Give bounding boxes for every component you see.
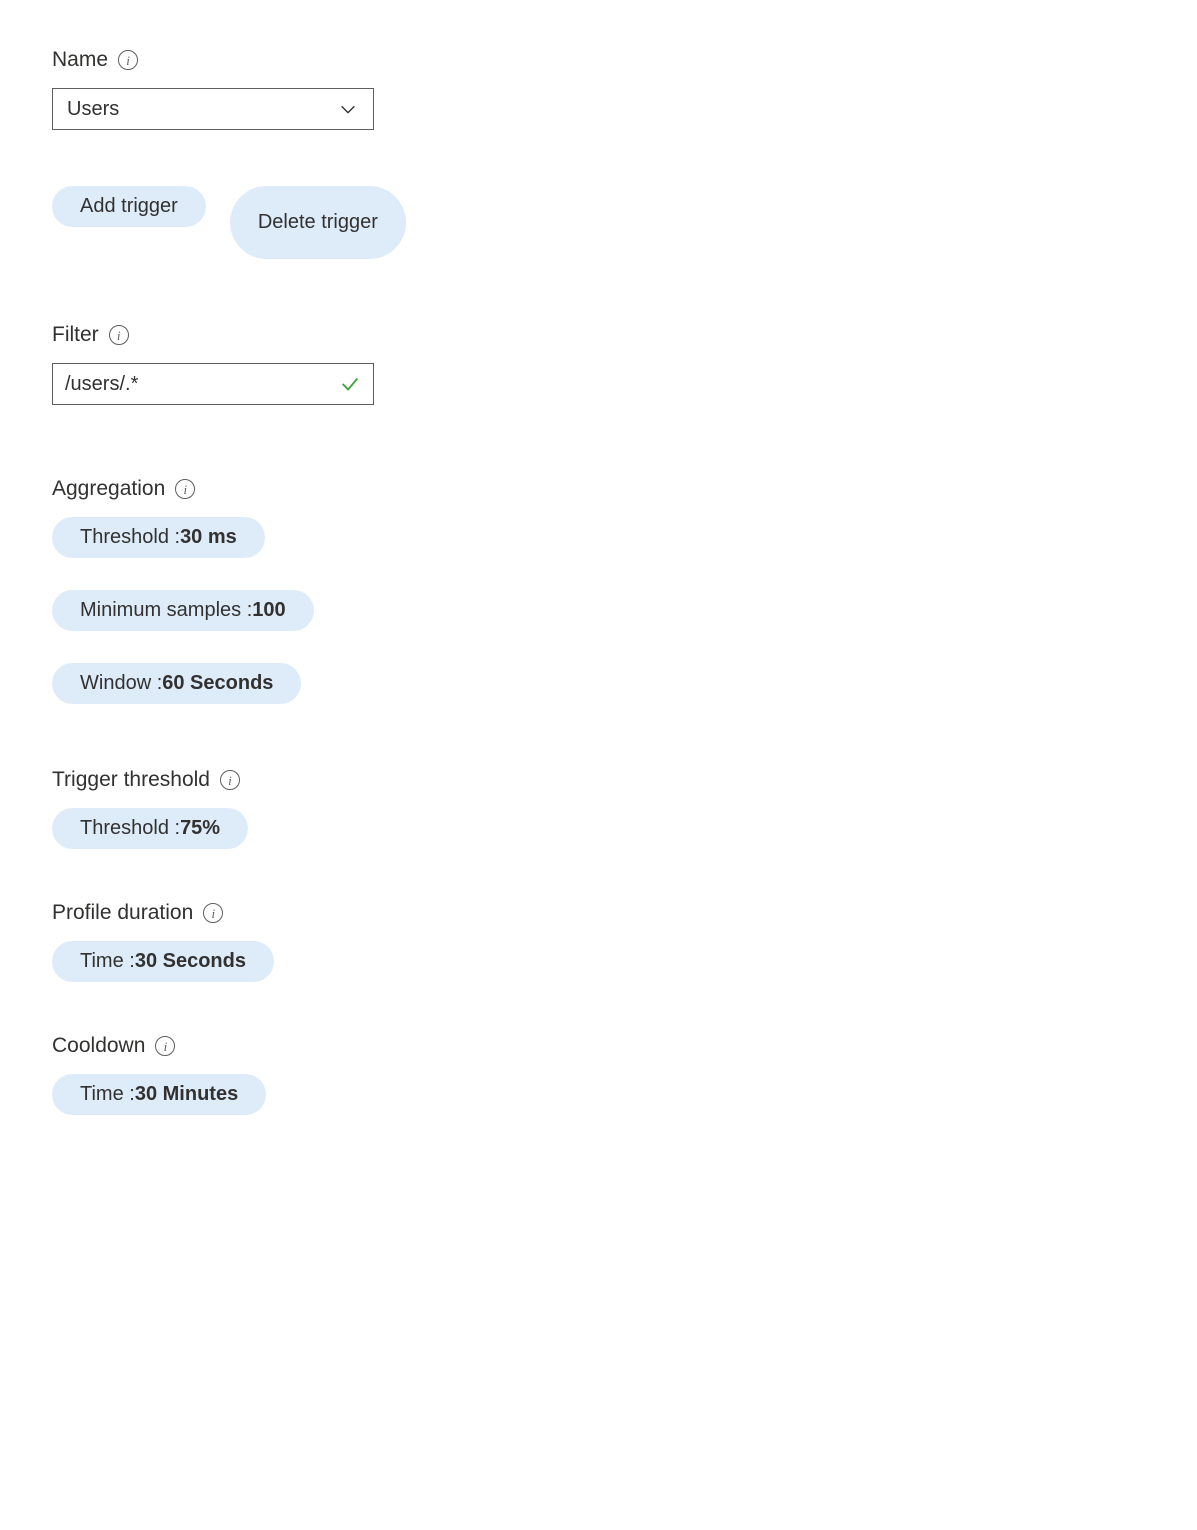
filter-input[interactable]: /users/.* [52,363,374,405]
profile-duration-label: Profile duration [52,901,193,925]
pill-value: 30 Minutes [135,1083,238,1106]
trigger-threshold-label-row: Trigger threshold i [52,768,1145,792]
trigger-threshold-section: Trigger threshold i Threshold : 75% [52,768,1145,849]
info-icon[interactable]: i [220,770,240,790]
aggregation-window-pill[interactable]: Window : 60 Seconds [52,663,301,704]
pill-key: Time : [80,950,135,973]
add-trigger-button[interactable]: Add trigger [52,186,206,227]
profile-duration-section: Profile duration i Time : 30 Seconds [52,901,1145,982]
pill-key: Minimum samples : [80,599,252,622]
add-trigger-label: Add trigger [80,195,178,218]
delete-trigger-button[interactable]: Delete trigger [230,186,406,259]
delete-trigger-label: Delete trigger [258,211,378,234]
pill-key: Window : [80,672,162,695]
trigger-threshold-pill[interactable]: Threshold : 75% [52,808,248,849]
cooldown-label-row: Cooldown i [52,1034,1145,1058]
name-select-value: Users [67,98,119,121]
name-label: Name [52,48,108,72]
name-select[interactable]: Users [52,88,374,130]
pill-value: 30 ms [180,526,237,549]
chevron-down-icon [337,98,359,120]
filter-label: Filter [52,323,99,347]
pill-value: 30 Seconds [135,950,246,973]
profile-duration-time-pill[interactable]: Time : 30 Seconds [52,941,274,982]
pill-value: 60 Seconds [162,672,273,695]
info-icon[interactable]: i [118,50,138,70]
info-icon[interactable]: i [109,325,129,345]
filter-input-value: /users/.* [65,373,138,396]
info-icon[interactable]: i [155,1036,175,1056]
trigger-threshold-label: Trigger threshold [52,768,210,792]
pill-key: Threshold : [80,526,180,549]
cooldown-section: Cooldown i Time : 30 Minutes [52,1034,1145,1115]
pill-key: Threshold : [80,817,180,840]
filter-label-row: Filter i [52,323,1145,347]
name-section: Name i Users [52,48,1145,130]
aggregation-label-row: Aggregation i [52,477,1145,501]
aggregation-label: Aggregation [52,477,165,501]
name-label-row: Name i [52,48,1145,72]
aggregation-threshold-pill[interactable]: Threshold : 30 ms [52,517,265,558]
pill-key: Time : [80,1083,135,1106]
check-icon [339,373,361,395]
aggregation-section: Aggregation i Threshold : 30 ms Minimum … [52,477,1145,704]
trigger-buttons-row: Add trigger Delete trigger [52,186,1145,259]
profile-duration-label-row: Profile duration i [52,901,1145,925]
info-icon[interactable]: i [203,903,223,923]
aggregation-min-samples-pill[interactable]: Minimum samples : 100 [52,590,314,631]
cooldown-time-pill[interactable]: Time : 30 Minutes [52,1074,266,1115]
filter-section: Filter i /users/.* [52,323,1145,405]
info-icon[interactable]: i [175,479,195,499]
cooldown-label: Cooldown [52,1034,145,1058]
pill-value: 75% [180,817,220,840]
pill-value: 100 [252,599,285,622]
